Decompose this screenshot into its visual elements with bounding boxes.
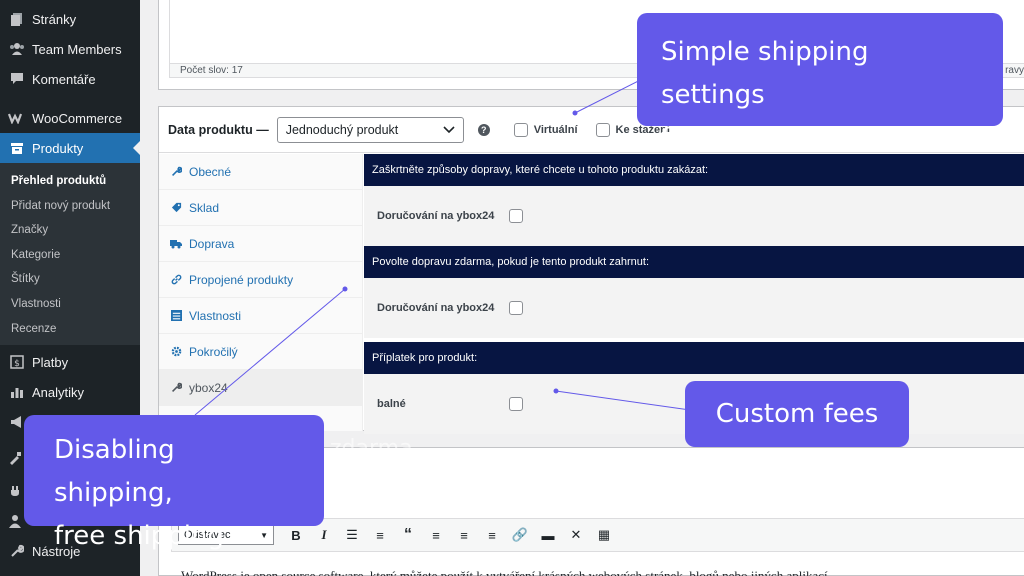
help-icon[interactable]: ? xyxy=(477,123,490,136)
sidebar-item-label: Platby xyxy=(32,354,69,370)
product-type-select[interactable]: Jednoduchý produkt xyxy=(276,116,464,143)
woocommerce-icon xyxy=(8,109,26,127)
faded-text: zdarma xyxy=(330,436,413,461)
wrench-icon xyxy=(169,382,183,393)
section-heading-product-surcharge: Příplatek pro produkt: xyxy=(364,342,1024,374)
callout-line: Simple shipping settings xyxy=(661,37,869,110)
submenu-item-add-new[interactable]: Přidat nový produkt xyxy=(0,194,140,219)
align-right-icon[interactable]: ≡ xyxy=(480,524,504,546)
tab-label: Obecné xyxy=(189,164,232,179)
tag-icon xyxy=(169,202,183,213)
row-label: Doručování na ybox24 xyxy=(377,302,495,314)
tab-attributes[interactable]: Vlastnosti xyxy=(159,298,362,334)
appearance-icon[interactable] xyxy=(8,451,22,468)
link-icon[interactable]: 🔗 xyxy=(508,524,532,546)
sidebar-item-comments[interactable]: Komentáře xyxy=(0,64,140,94)
tab-label: Sklad xyxy=(189,200,220,215)
italic-icon[interactable]: I xyxy=(312,524,336,546)
sidebar-item-payments[interactable]: $ Platby xyxy=(0,347,140,377)
products-submenu: Přehled produktů Přidat nový produkt Zna… xyxy=(0,163,140,346)
submenu-item-brands[interactable]: Značky xyxy=(0,218,140,243)
disable-shipping-row: Doručování na ybox24 xyxy=(364,186,1024,246)
numbered-list-icon[interactable]: ≡ xyxy=(368,524,392,546)
truck-icon xyxy=(169,239,183,249)
user-icon[interactable] xyxy=(8,514,22,531)
tab-label: Propojené produkty xyxy=(189,272,294,287)
disable-shipping-checkbox[interactable] xyxy=(509,209,523,223)
sidebar-item-woocommerce[interactable]: WooCommerce xyxy=(0,103,140,133)
editor-status-right: ravy xyxy=(1005,65,1024,76)
tab-linked-products[interactable]: Propojené produkty xyxy=(159,262,362,298)
pages-icon xyxy=(8,10,26,28)
wrench-icon xyxy=(169,166,183,177)
chart-bar-icon xyxy=(8,383,26,401)
word-count: Počet slov: 17 xyxy=(180,65,243,76)
plugins-icon[interactable] xyxy=(8,484,22,501)
tab-label: ybox24 xyxy=(189,380,228,395)
gear-icon xyxy=(169,346,183,357)
virtual-label: Virtuální xyxy=(533,123,578,136)
tab-ybox24[interactable]: ybox24 xyxy=(159,370,362,406)
product-data-title: Data produktu — xyxy=(168,122,269,137)
sidebar-item-team-members[interactable]: Team Members xyxy=(0,34,140,64)
wrench-icon xyxy=(8,542,26,560)
submenu-item-tags[interactable]: Štítky xyxy=(0,267,140,292)
tab-general[interactable]: Obecné xyxy=(159,154,362,190)
align-center-icon[interactable]: ≡ xyxy=(452,524,476,546)
sidebar-item-label: Analytiky xyxy=(32,384,85,400)
payments-icon: $ xyxy=(8,353,26,371)
submenu-item-reviews[interactable]: Recenze xyxy=(0,317,140,342)
section-heading-free-shipping: Povolte dopravu zdarma, pokud je tento p… xyxy=(364,246,1024,278)
sidebar-item-label: Stránky xyxy=(32,11,77,27)
virtual-checkbox[interactable]: Virtuální xyxy=(513,122,578,137)
tab-advanced[interactable]: Pokročilý xyxy=(159,334,362,370)
free-shipping-row: Doručování na ybox24 xyxy=(364,278,1024,338)
free-shipping-checkbox[interactable] xyxy=(509,301,523,315)
sidebar-item-label: Team Members xyxy=(32,41,122,57)
sidebar-item-label: WooCommerce xyxy=(32,110,123,126)
sidebar-item-products[interactable]: Produkty xyxy=(0,133,140,163)
surcharge-checkbox[interactable] xyxy=(509,397,523,411)
submenu-item-attributes[interactable]: Vlastnosti xyxy=(0,292,140,317)
tab-shipping[interactable]: Doprava xyxy=(159,226,362,262)
blockquote-icon[interactable]: “ xyxy=(396,524,420,546)
row-label: balné xyxy=(377,398,406,410)
sidebar-item-label: Komentáře xyxy=(32,71,96,87)
sidebar-item-pages[interactable]: Stránky xyxy=(0,4,140,34)
checkbox[interactable] xyxy=(595,122,610,137)
users-group-icon xyxy=(8,40,26,58)
list-icon xyxy=(169,310,183,321)
bullet-list-icon[interactable]: ☰ xyxy=(340,524,364,546)
product-type-value: Jednoduchý produkt xyxy=(285,122,399,137)
fullscreen-icon[interactable]: ✕ xyxy=(564,524,588,546)
link-icon xyxy=(169,274,183,285)
sidebar-item-analytics[interactable]: Analytiky xyxy=(0,377,140,407)
callout-line: for each product. xyxy=(661,123,885,153)
sidebar-item-label: Produkty xyxy=(32,140,84,156)
tab-inventory[interactable]: Sklad xyxy=(159,190,362,226)
editor-body-text[interactable]: WordPress je open source software, který… xyxy=(181,568,831,576)
svg-text:$: $ xyxy=(14,359,20,369)
callout-disabling-shipping: Disabling shipping, free shipping xyxy=(24,415,324,551)
chevron-down-icon xyxy=(443,123,455,137)
callout-line: free shipping xyxy=(54,521,224,551)
callout-custom-fees: Custom fees xyxy=(685,381,909,447)
callout-line: Disabling shipping, xyxy=(54,435,175,508)
submenu-item-all-products[interactable]: Přehled produktů xyxy=(0,169,140,194)
tab-label: Doprava xyxy=(189,236,235,251)
read-more-icon[interactable]: ▬ xyxy=(536,524,560,546)
comment-icon xyxy=(8,70,26,88)
row-label: Doručování na ybox24 xyxy=(377,210,495,222)
tab-label: Vlastnosti xyxy=(189,308,242,323)
submenu-item-categories[interactable]: Kategorie xyxy=(0,243,140,268)
keyboard-icon[interactable]: ▦ xyxy=(592,524,616,546)
archive-icon xyxy=(8,139,26,157)
checkbox[interactable] xyxy=(513,122,528,137)
align-left-icon[interactable]: ≡ xyxy=(424,524,448,546)
tab-label: Pokročilý xyxy=(189,344,238,359)
callout-shipping-settings: Simple shipping settings for each produc… xyxy=(637,13,1003,153)
product-data-tabs: Obecné Sklad Doprava Propojené produkty … xyxy=(159,154,363,431)
